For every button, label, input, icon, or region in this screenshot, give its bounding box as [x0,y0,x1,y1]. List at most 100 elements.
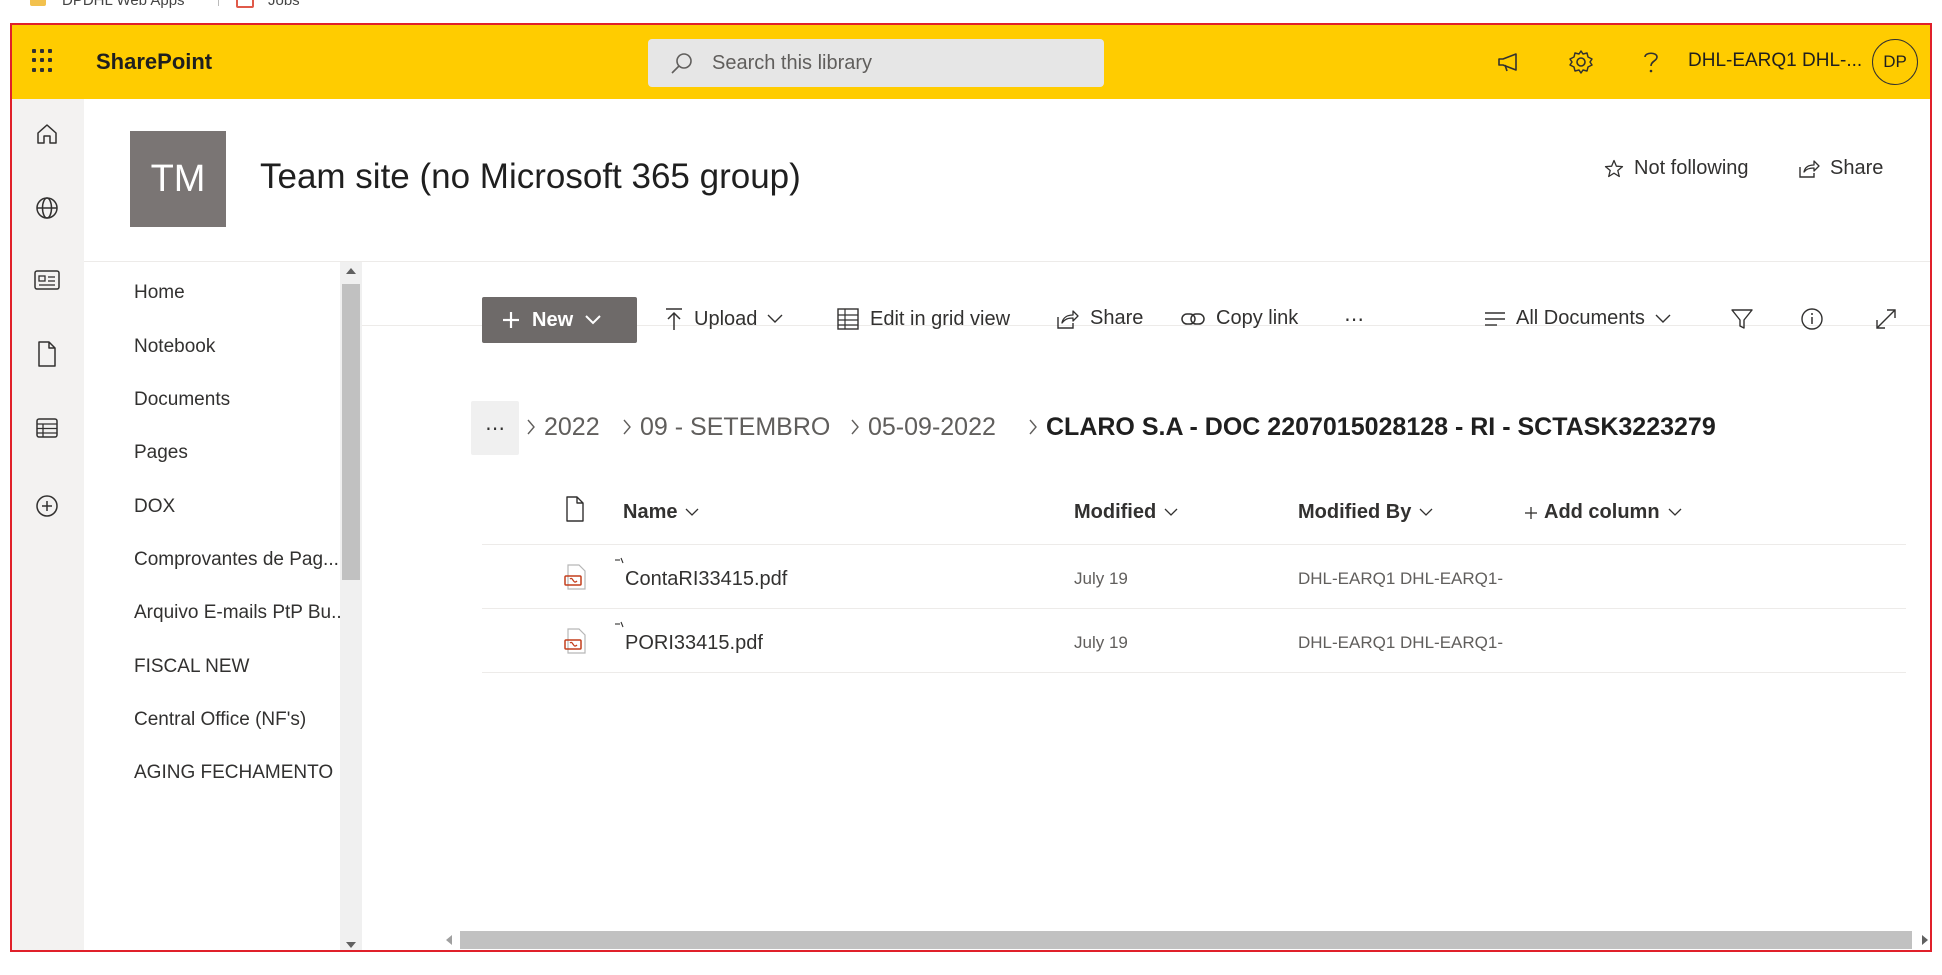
gear-icon[interactable] [1566,47,1596,77]
app-launcher-icon[interactable] [32,49,56,73]
nav-item-home[interactable]: Home [134,282,185,304]
add-circle-icon[interactable] [32,491,62,521]
share-command-label: Share [1090,307,1144,329]
scrollbar-thumb[interactable] [460,931,1912,949]
info-button[interactable] [1800,307,1834,331]
column-header-modified[interactable]: Modified [1074,501,1178,524]
column-modified-label: Modified [1074,501,1157,523]
site-title[interactable]: Team site (no Microsoft 365 group) [260,157,801,197]
help-icon[interactable] [1636,47,1666,77]
plus-icon [1525,506,1537,519]
nav-item-notebook[interactable]: Notebook [134,336,215,358]
copy-link-label: Copy link [1216,307,1299,329]
bookmark-label: DPDHL Web Apps [62,0,185,9]
chevron-down-icon [1655,314,1671,323]
row-divider [482,544,1906,545]
modified-date: July 19 [1074,569,1128,588]
follow-button[interactable]: Not following [1604,157,1749,180]
more-commands-button[interactable]: ⋯ [1344,307,1364,332]
nav-item-aging-fechamento[interactable]: AGING FECHAMENTO [134,762,333,784]
pdf-icon [564,564,586,590]
user-name[interactable]: DHL-EARQ1 DHL-... [1688,50,1862,72]
scrollbar-thumb[interactable] [342,284,360,580]
horizontal-scrollbar[interactable] [438,929,1930,950]
site-share-button[interactable]: Share [1798,157,1883,180]
search-input[interactable] [712,51,1072,75]
nav-item-comprovantes[interactable]: Comprovantes de Pag... [134,549,339,571]
home-icon[interactable] [32,119,62,149]
breadcrumb-item-date[interactable]: 05-09-2022 [868,413,996,442]
file-name[interactable]: PORI33415.pdf [625,632,763,655]
info-icon [1801,308,1823,330]
avatar[interactable]: DP [1872,39,1918,85]
nav-item-fiscal-new[interactable]: FISCAL NEW [134,656,249,678]
column-name-label: Name [623,501,678,523]
share-label: Share [1830,157,1884,179]
grid-icon [837,308,859,330]
nav-item-arquivo-emails[interactable]: Arquivo E-mails PtP Bu... [134,602,347,624]
nav-item-documents[interactable]: Documents [134,389,230,411]
lists-icon[interactable] [32,413,62,443]
view-label: All Documents [1516,307,1645,329]
link-icon [1181,312,1205,325]
file-type-icon[interactable] [564,495,586,523]
filter-button[interactable] [1730,307,1764,331]
view-lines-icon [1485,311,1505,326]
scroll-down-arrow-icon[interactable] [346,942,356,948]
edit-grid-view-button[interactable]: Edit in grid view [836,307,1010,331]
nav-item-central-office[interactable]: Central Office (NF's) [134,709,306,731]
scroll-right-arrow-icon[interactable] [1922,935,1928,945]
row-divider [482,672,1906,673]
column-header-modified-by[interactable]: Modified By [1298,501,1433,524]
scroll-up-arrow-icon[interactable] [346,268,356,274]
globe-icon[interactable] [32,193,62,223]
more-icon: ⋯ [1344,309,1364,331]
plus-icon [503,312,519,328]
nav-item-dox[interactable]: DOX [134,496,175,518]
search-box[interactable] [648,39,1104,87]
chevron-down-icon [1164,508,1178,516]
expand-button[interactable] [1874,307,1908,331]
breadcrumb-overflow-button[interactable]: ⋯ [471,401,519,455]
view-selector[interactable]: All Documents [1484,307,1671,330]
new-button[interactable]: New [482,297,637,343]
pdf-icon [564,628,586,654]
modified-date: July 19 [1074,633,1128,652]
chevron-down-icon [686,508,699,516]
bookmark-jobs[interactable]: Jobs [236,0,300,10]
column-header-name[interactable]: Name [623,501,699,524]
search-icon [671,53,692,74]
row-divider [482,608,1906,609]
chevron-down-icon [1668,508,1682,516]
office-icon [236,0,254,8]
bookmark-label: Jobs [268,0,300,9]
modified-by[interactable]: DHL-EARQ1 DHL-EARQ1- [1298,633,1503,653]
follow-label: Not following [1634,157,1749,179]
new-item-icon [615,621,624,628]
file-name[interactable]: ContaRI33415.pdf [625,568,787,591]
upload-icon [666,308,682,330]
add-column-button[interactable]: Add column [1524,501,1682,524]
upload-button[interactable]: Upload [664,307,783,331]
sharepoint-window: SharePoint DHL-EARQ [10,23,1932,952]
modified-by[interactable]: DHL-EARQ1 DHL-EARQ1- [1298,569,1503,589]
scroll-left-arrow-icon[interactable] [446,935,452,945]
chevron-down-icon [767,314,783,323]
breadcrumb-item-setembro[interactable]: 09 - SETEMBRO [640,413,830,442]
news-icon[interactable] [32,265,62,295]
star-icon [1604,159,1624,177]
file-icon[interactable] [32,339,62,369]
new-item-icon [615,557,624,564]
brand-title[interactable]: SharePoint [96,49,212,75]
copy-link-button[interactable]: Copy link [1180,307,1298,330]
chevron-right-icon [1029,419,1037,435]
nav-item-pages[interactable]: Pages [134,442,188,464]
nav-scrollbar[interactable] [340,262,362,950]
bookmark-dpdhl-web-apps[interactable]: DPDHL Web Apps [30,0,185,10]
chevron-right-icon [851,419,859,435]
megaphone-icon[interactable] [1494,47,1524,77]
site-logo[interactable]: TM [130,131,226,227]
share-command-button[interactable]: Share [1056,307,1143,330]
upload-label: Upload [694,307,758,330]
breadcrumb-item-2022[interactable]: 2022 [544,413,600,442]
